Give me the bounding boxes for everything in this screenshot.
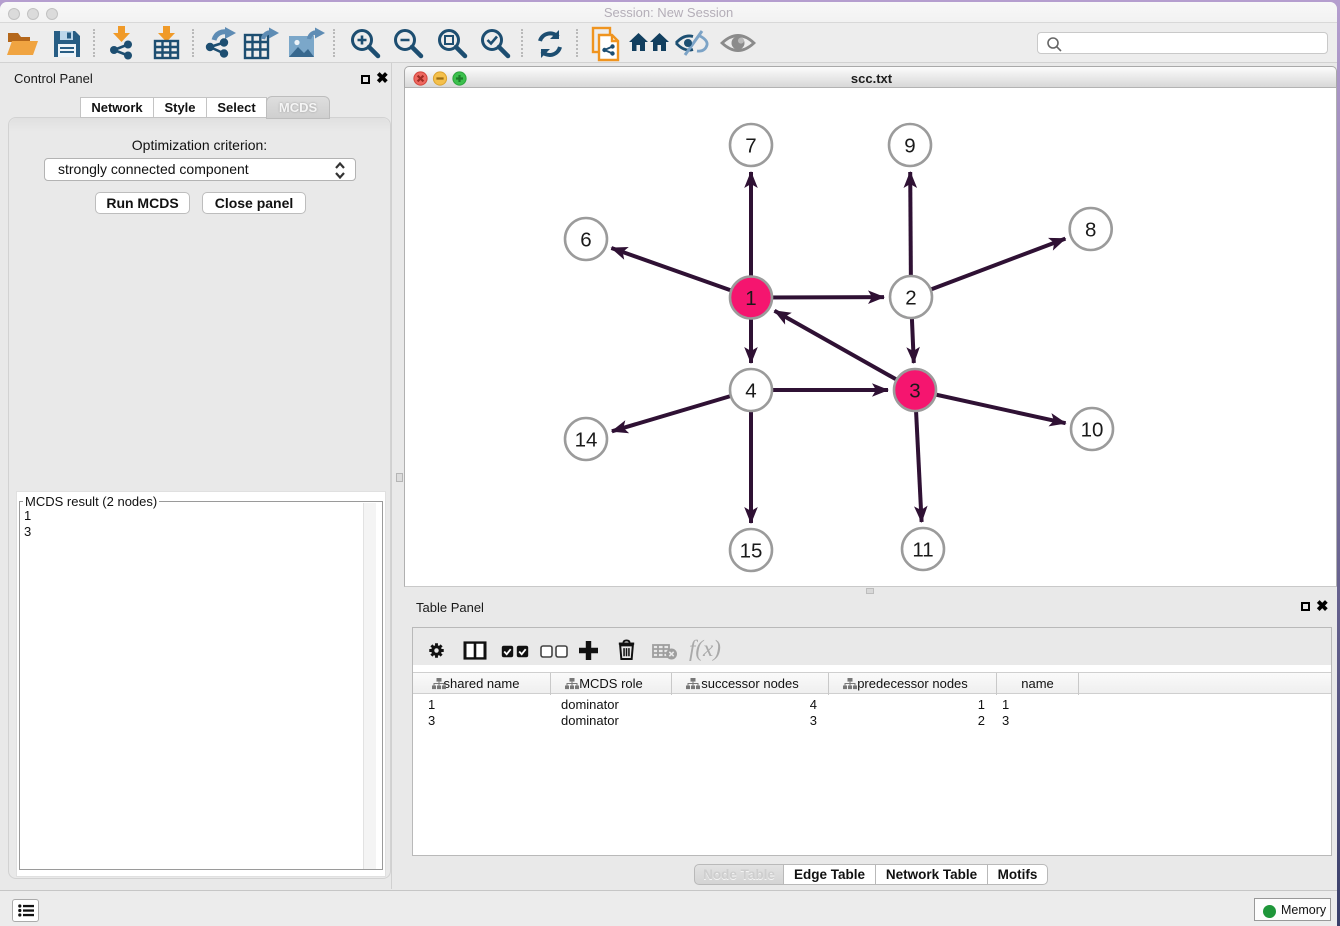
svg-text:3: 3 xyxy=(909,380,920,403)
svg-text:4: 4 xyxy=(745,380,756,403)
svg-text:15: 15 xyxy=(740,540,763,563)
svg-text:11: 11 xyxy=(912,539,933,562)
svg-text:14: 14 xyxy=(575,429,598,452)
svg-text:8: 8 xyxy=(1085,219,1096,242)
svg-text:9: 9 xyxy=(904,135,915,158)
svg-text:1: 1 xyxy=(745,287,756,310)
svg-text:2: 2 xyxy=(905,287,916,310)
svg-text:7: 7 xyxy=(745,135,756,158)
svg-text:10: 10 xyxy=(1081,419,1104,442)
svg-text:6: 6 xyxy=(580,229,591,252)
